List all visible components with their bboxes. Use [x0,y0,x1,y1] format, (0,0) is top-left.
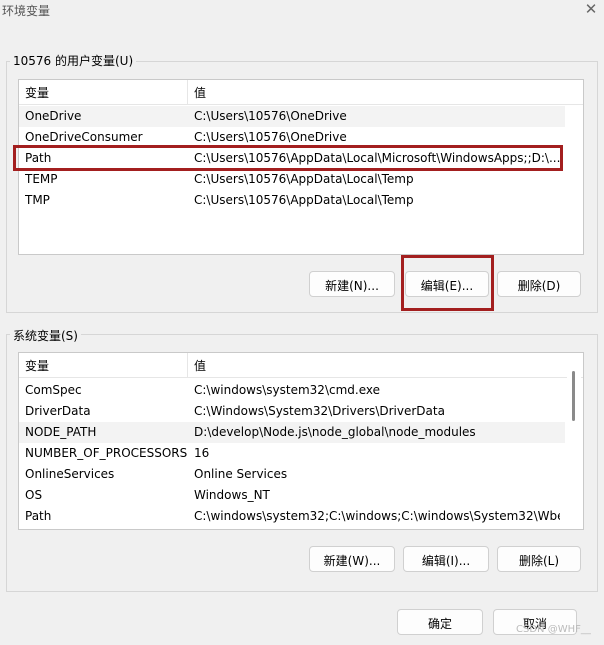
var-value: C:\Users\10576\OneDrive [194,130,347,144]
table-row[interactable]: Path C:\Users\10576\AppData\Local\Micros… [19,148,565,169]
scrollbar-thumb[interactable] [572,371,575,421]
var-value: C:\Users\10576\OneDrive [194,109,347,123]
var-name: OneDrive [25,109,82,123]
table-row[interactable]: OS Windows_NT [19,485,565,506]
var-name: NUMBER_OF_PROCESSORS [25,446,188,460]
column-separator[interactable] [187,353,188,377]
close-icon[interactable]: ✕ [583,1,599,17]
title-bar: 环境变量 ✕ [0,0,604,28]
var-name: NODE_PATH [25,425,97,439]
user-new-button[interactable]: 新建(N)... [309,271,395,297]
user-vars-list[interactable]: 变量 值 OneDrive C:\Users\10576\OneDrive On… [18,79,584,255]
column-header-name[interactable]: 变量 [25,357,49,374]
table-row[interactable]: TMP C:\Users\10576\AppData\Local\Temp [19,190,565,211]
column-header-value[interactable]: 值 [194,84,206,101]
table-row[interactable]: NODE_PATH D:\develop\Node.js\node_global… [19,422,565,443]
watermark: CSDN @WHF__ [516,624,591,635]
column-separator[interactable] [187,80,188,104]
table-row[interactable]: Path C:\windows\system32;C:\windows;C:\w… [19,506,565,527]
var-name: ComSpec [25,383,82,397]
var-value: C:\Users\10576\AppData\Local\Temp [194,193,414,207]
var-name: Path [25,151,52,165]
table-row[interactable]: DriverData C:\Windows\System32\Drivers\D… [19,401,565,422]
var-name: OS [25,488,43,502]
var-value: C:\windows\system32\cmd.exe [194,383,380,397]
var-value: D:\develop\Node.js\node_global\node_modu… [194,425,476,439]
system-new-button[interactable]: 新建(W)... [309,546,395,572]
var-value: C:\windows\system32;C:\windows;C:\window… [194,509,560,523]
table-row[interactable]: OneDrive C:\Users\10576\OneDrive [19,106,565,127]
window-title: 环境变量 [2,4,51,18]
system-delete-button[interactable]: 删除(L) [497,546,581,572]
var-name: DriverData [25,404,91,418]
system-vars-list[interactable]: 变量 值 ComSpec C:\windows\system32\cmd.exe… [18,352,584,530]
var-name: TEMP [25,172,58,186]
var-name: TMP [25,193,50,207]
column-header-name[interactable]: 变量 [25,84,49,101]
var-value: Online Services [194,467,288,481]
var-value: C:\Users\10576\AppData\Local\Microsoft\W… [194,151,560,165]
table-row[interactable]: OnlineServices Online Services [19,464,565,485]
var-value: 16 [194,446,210,460]
user-edit-button[interactable]: 编辑(E)... [405,271,489,297]
var-value: C:\Windows\System32\Drivers\DriverData [194,404,445,418]
system-edit-button[interactable]: 编辑(I)... [403,546,489,572]
vertical-scrollbar[interactable] [567,353,581,527]
table-row[interactable]: NUMBER_OF_PROCESSORS 16 [19,443,565,464]
user-vars-header: 变量 值 [19,80,583,105]
var-value: Windows_NT [194,488,270,502]
var-name: OnlineServices [25,467,115,481]
user-delete-button[interactable]: 删除(D) [497,271,581,297]
ok-button[interactable]: 确定 [397,609,483,635]
column-header-value[interactable]: 值 [194,357,206,374]
table-row[interactable]: ComSpec C:\windows\system32\cmd.exe [19,380,565,401]
system-vars-label: 系统变量(S) [10,327,81,344]
var-name: Path [25,509,52,523]
var-value: C:\Users\10576\AppData\Local\Temp [194,172,414,186]
var-name: OneDriveConsumer [25,130,143,144]
system-vars-header: 变量 值 [19,353,583,378]
user-vars-label: 10576 的用户变量(U) [10,52,137,69]
table-row[interactable]: TEMP C:\Users\10576\AppData\Local\Temp [19,169,565,190]
table-row[interactable]: OneDriveConsumer C:\Users\10576\OneDrive [19,127,565,148]
